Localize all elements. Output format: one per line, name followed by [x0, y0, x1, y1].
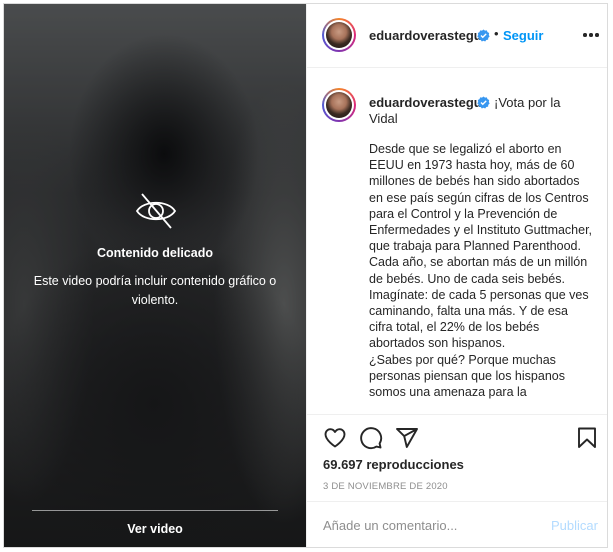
avatar[interactable]: [322, 88, 356, 122]
comment-icon[interactable]: [359, 426, 383, 450]
separator: •: [494, 26, 499, 41]
caption-area[interactable]: eduardoverastegui ¡Vota por la Vidal Des…: [307, 68, 607, 414]
more-options-icon[interactable]: [581, 30, 601, 40]
instagram-post: Contenido delicado Este video podría inc…: [3, 3, 608, 548]
eye-slash-icon: [135, 193, 177, 229]
post-actions: 69.697 reproducciones 3 DE NOVIEMBRE DE …: [307, 414, 607, 547]
post-header: eduardoverastegui • Seguir: [307, 4, 607, 68]
publish-button[interactable]: Publicar: [551, 518, 598, 533]
video-media: Contenido delicado Este video podría inc…: [4, 4, 306, 547]
post-date[interactable]: 3 DE NOVIEMBRE DE 2020: [323, 481, 448, 492]
comment-bar: Publicar: [307, 501, 607, 547]
caption-username[interactable]: eduardoverastegui: [369, 95, 485, 110]
divider: [32, 510, 278, 511]
post-sidebar: eduardoverastegui • Seguir eduardoverast…: [306, 4, 607, 547]
caption-headline: ¡Vota por la: [494, 95, 561, 110]
comment-input[interactable]: [323, 515, 523, 535]
share-icon[interactable]: [395, 426, 419, 450]
sensitive-content-title: Contenido delicado: [97, 246, 213, 260]
caption-headline-continued: Vidal: [369, 111, 398, 126]
caption-text: Desde que se legalizó el aborto en EEUU …: [369, 142, 593, 400]
bookmark-icon[interactable]: [575, 426, 599, 450]
follow-button[interactable]: Seguir: [503, 28, 543, 43]
sensitive-content-description: Este video podría incluir contenido gráf…: [33, 274, 277, 307]
verified-badge-icon: [477, 96, 490, 109]
see-video-button[interactable]: Ver video: [4, 522, 306, 536]
header-username[interactable]: eduardoverastegui: [369, 28, 485, 43]
view-count[interactable]: 69.697 reproducciones: [323, 457, 464, 472]
avatar[interactable]: [322, 18, 356, 52]
verified-badge-icon: [477, 29, 490, 42]
heart-icon[interactable]: [323, 426, 347, 450]
